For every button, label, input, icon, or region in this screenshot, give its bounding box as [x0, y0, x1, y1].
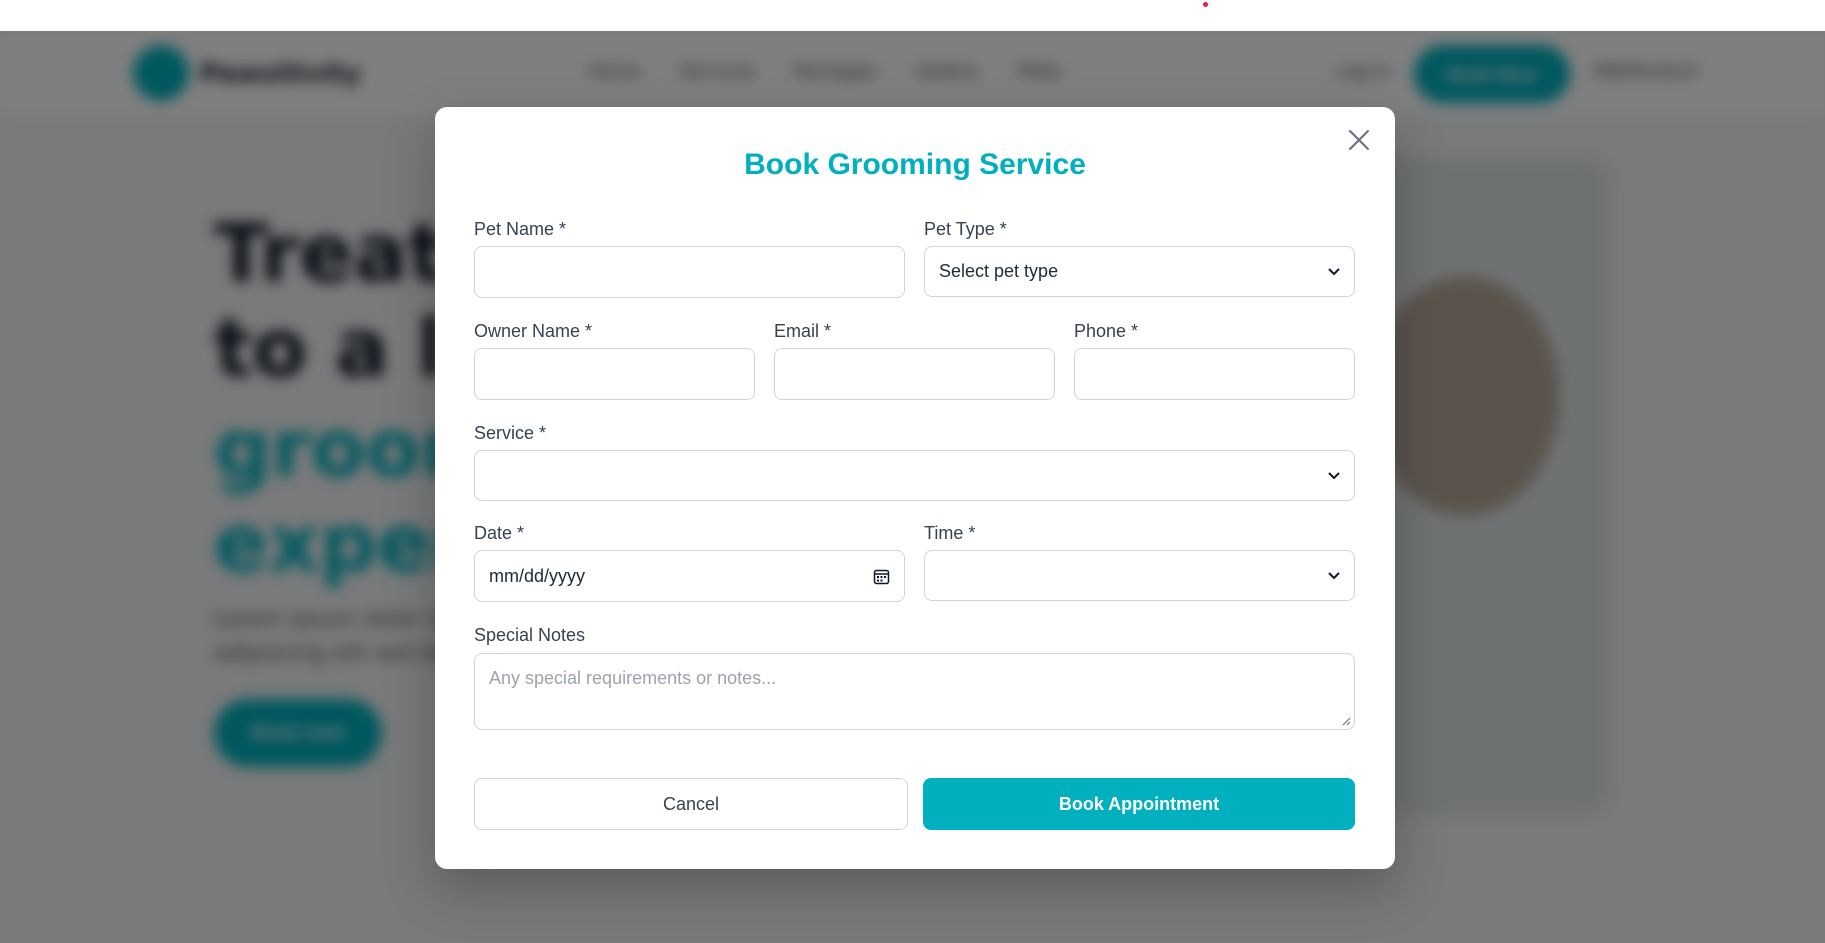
email-label: Email * — [774, 321, 832, 341]
calendar-icon[interactable] — [872, 567, 890, 585]
date-input[interactable]: mm/dd/yyyy — [474, 550, 905, 602]
pet-type-label: Pet Type * — [924, 219, 1007, 239]
notes-placeholder: Any special requirements or notes... — [489, 668, 777, 688]
pet-type-select[interactable]: Select pet type — [924, 246, 1355, 297]
date-placeholder: mm/dd/yyyy — [489, 565, 586, 586]
resize-handle-icon[interactable] — [1341, 716, 1351, 726]
cancel-button[interactable]: Cancel — [474, 778, 908, 830]
owner-name-label: Owner Name * — [474, 321, 593, 341]
pet-name-label: Pet Name * — [474, 219, 567, 239]
service-label: Service * — [474, 423, 547, 443]
service-select[interactable] — [474, 450, 1355, 501]
pet-name-input[interactable] — [474, 246, 905, 298]
chevron-down-icon — [1328, 470, 1340, 482]
phone-input[interactable] — [1074, 348, 1355, 400]
email-input[interactable] — [774, 348, 1055, 400]
notes-textarea[interactable]: Any special requirements or notes... — [474, 653, 1355, 730]
pet-type-selected: Select pet type — [939, 261, 1059, 281]
indicator-dot — [1203, 2, 1208, 7]
modal-title: Book Grooming Service — [744, 148, 1086, 181]
browser-top-strip — [0, 0, 1825, 31]
chevron-down-icon — [1328, 266, 1340, 278]
owner-name-input[interactable] — [474, 348, 755, 400]
time-label: Time * — [924, 523, 976, 543]
chevron-down-icon — [1328, 570, 1340, 582]
book-appointment-button[interactable]: Book Appointment — [923, 778, 1355, 830]
phone-label: Phone * — [1074, 321, 1139, 341]
notes-label: Special Notes — [474, 625, 586, 645]
date-label: Date * — [474, 523, 525, 543]
time-select[interactable] — [924, 550, 1355, 601]
